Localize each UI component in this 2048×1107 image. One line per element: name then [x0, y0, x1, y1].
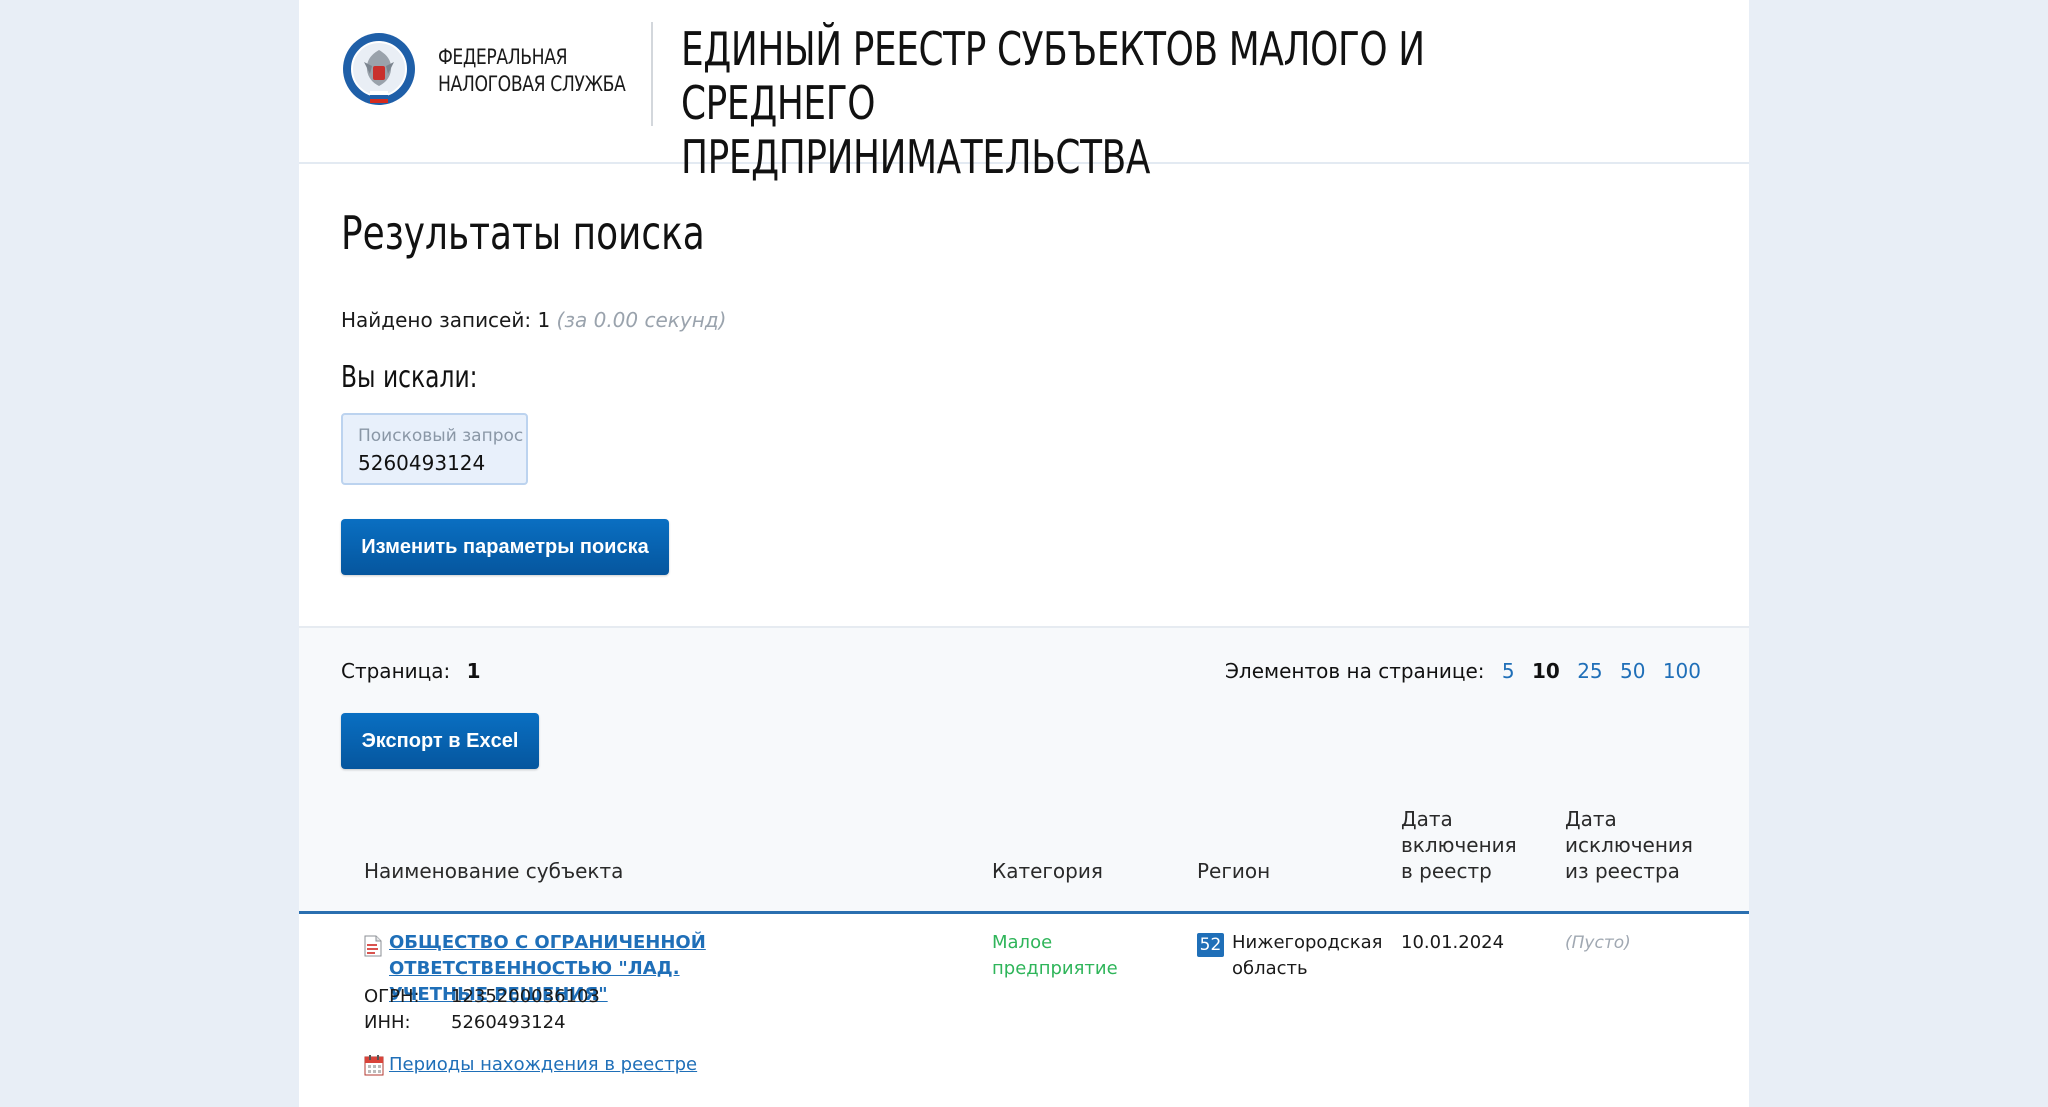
per-page-option-10[interactable]: 10	[1532, 659, 1560, 683]
column-header-name: Наименование субъекта	[364, 859, 624, 883]
per-page-option-25[interactable]: 25	[1577, 659, 1602, 683]
registry-title-line2: предпринимательства	[681, 130, 1150, 184]
org-name: Федеральная налоговая служба	[438, 44, 626, 98]
column-header-date-included-line2: включения	[1401, 833, 1517, 857]
region-name-line1: Нижегородская	[1232, 932, 1383, 953]
org-name-line2: налоговая служба	[438, 72, 626, 96]
page: Федеральная налоговая служба Единый реес…	[299, 0, 1749, 1107]
column-header-region: Регион	[1197, 859, 1271, 883]
column-header-date-included: Дата включения в реестр	[1401, 806, 1517, 884]
category-line2: предприятие	[992, 958, 1118, 979]
current-page: 1	[466, 659, 481, 683]
ogrn-label: ОГРН:	[364, 986, 420, 1007]
search-query-label: Поисковый запрос	[358, 426, 524, 446]
page-title: Результаты поиска	[341, 206, 705, 260]
category-cell: Малое предприятие	[992, 930, 1152, 982]
export-excel-button[interactable]: Экспорт в Excel	[341, 713, 539, 769]
calendar-icon	[364, 1055, 384, 1076]
region-name-line2: область	[1232, 958, 1308, 979]
company-name-line1: Общество с ограниченной ответственностью…	[389, 932, 706, 979]
column-header-date-excluded-line2: исключения	[1565, 833, 1693, 857]
column-header-date-included-line1: Дата	[1401, 807, 1453, 831]
region-name: Нижегородская область	[1232, 930, 1383, 982]
found-count-label: Найдено записей: 1	[341, 308, 551, 332]
registry-periods-link[interactable]: Периоды нахождения в реестре	[389, 1052, 697, 1078]
header-divider	[651, 22, 653, 126]
column-header-date-excluded-line3: из реестра	[1565, 859, 1680, 883]
per-page-option-100[interactable]: 100	[1663, 659, 1701, 683]
date-included: 10.01.2024	[1401, 932, 1505, 953]
per-page-label: Элементов на странице:	[1224, 659, 1485, 683]
change-search-button[interactable]: Изменить параметры поиска	[341, 519, 669, 575]
search-query-chip: Поисковый запрос 5260493124	[341, 413, 528, 485]
found-time: (за 0.00 секунд)	[556, 308, 727, 332]
column-header-category: Категория	[992, 859, 1103, 883]
searched-heading: Вы искали:	[341, 360, 478, 395]
ogrn-value: 1235200036103	[451, 986, 600, 1007]
pagination: Страница: 1	[341, 656, 481, 686]
per-page-option-50[interactable]: 50	[1620, 659, 1645, 683]
search-query-value: 5260493124	[358, 451, 486, 475]
date-excluded: (Пусто)	[1565, 933, 1631, 953]
registry-title-line1: Единый реестр субъектов малого и среднег…	[681, 22, 1425, 130]
inn-label: ИНН:	[364, 1012, 411, 1033]
per-page-option-5[interactable]: 5	[1502, 659, 1515, 683]
column-header-date-excluded-line1: Дата	[1565, 807, 1617, 831]
column-header-date-excluded: Дата исключения из реестра	[1565, 806, 1693, 884]
org-name-line1: Федеральная	[438, 45, 568, 69]
site-header: Федеральная налоговая служба Единый реес…	[299, 0, 1749, 184]
column-header-date-included-line3: в реестр	[1401, 859, 1492, 883]
fns-emblem-icon[interactable]	[342, 32, 416, 106]
page-label: Страница:	[341, 659, 451, 683]
inn-value: 5260493124	[451, 1012, 566, 1033]
table-row: Общество с ограниченной ответственностью…	[299, 914, 1749, 1107]
found-count: Найдено записей: 1 (за 0.00 секунд)	[341, 306, 726, 334]
per-page-selector: Элементов на странице: 5 10 25 50 100	[1225, 656, 1701, 686]
registry-title: Единый реестр субъектов малого и среднег…	[681, 22, 1539, 184]
region-code-badge: 52	[1197, 933, 1224, 957]
results-section: Страница: 1 Элементов на странице: 5 10 …	[299, 626, 1749, 1107]
category-line1: Малое	[992, 932, 1053, 953]
document-icon	[364, 935, 382, 957]
